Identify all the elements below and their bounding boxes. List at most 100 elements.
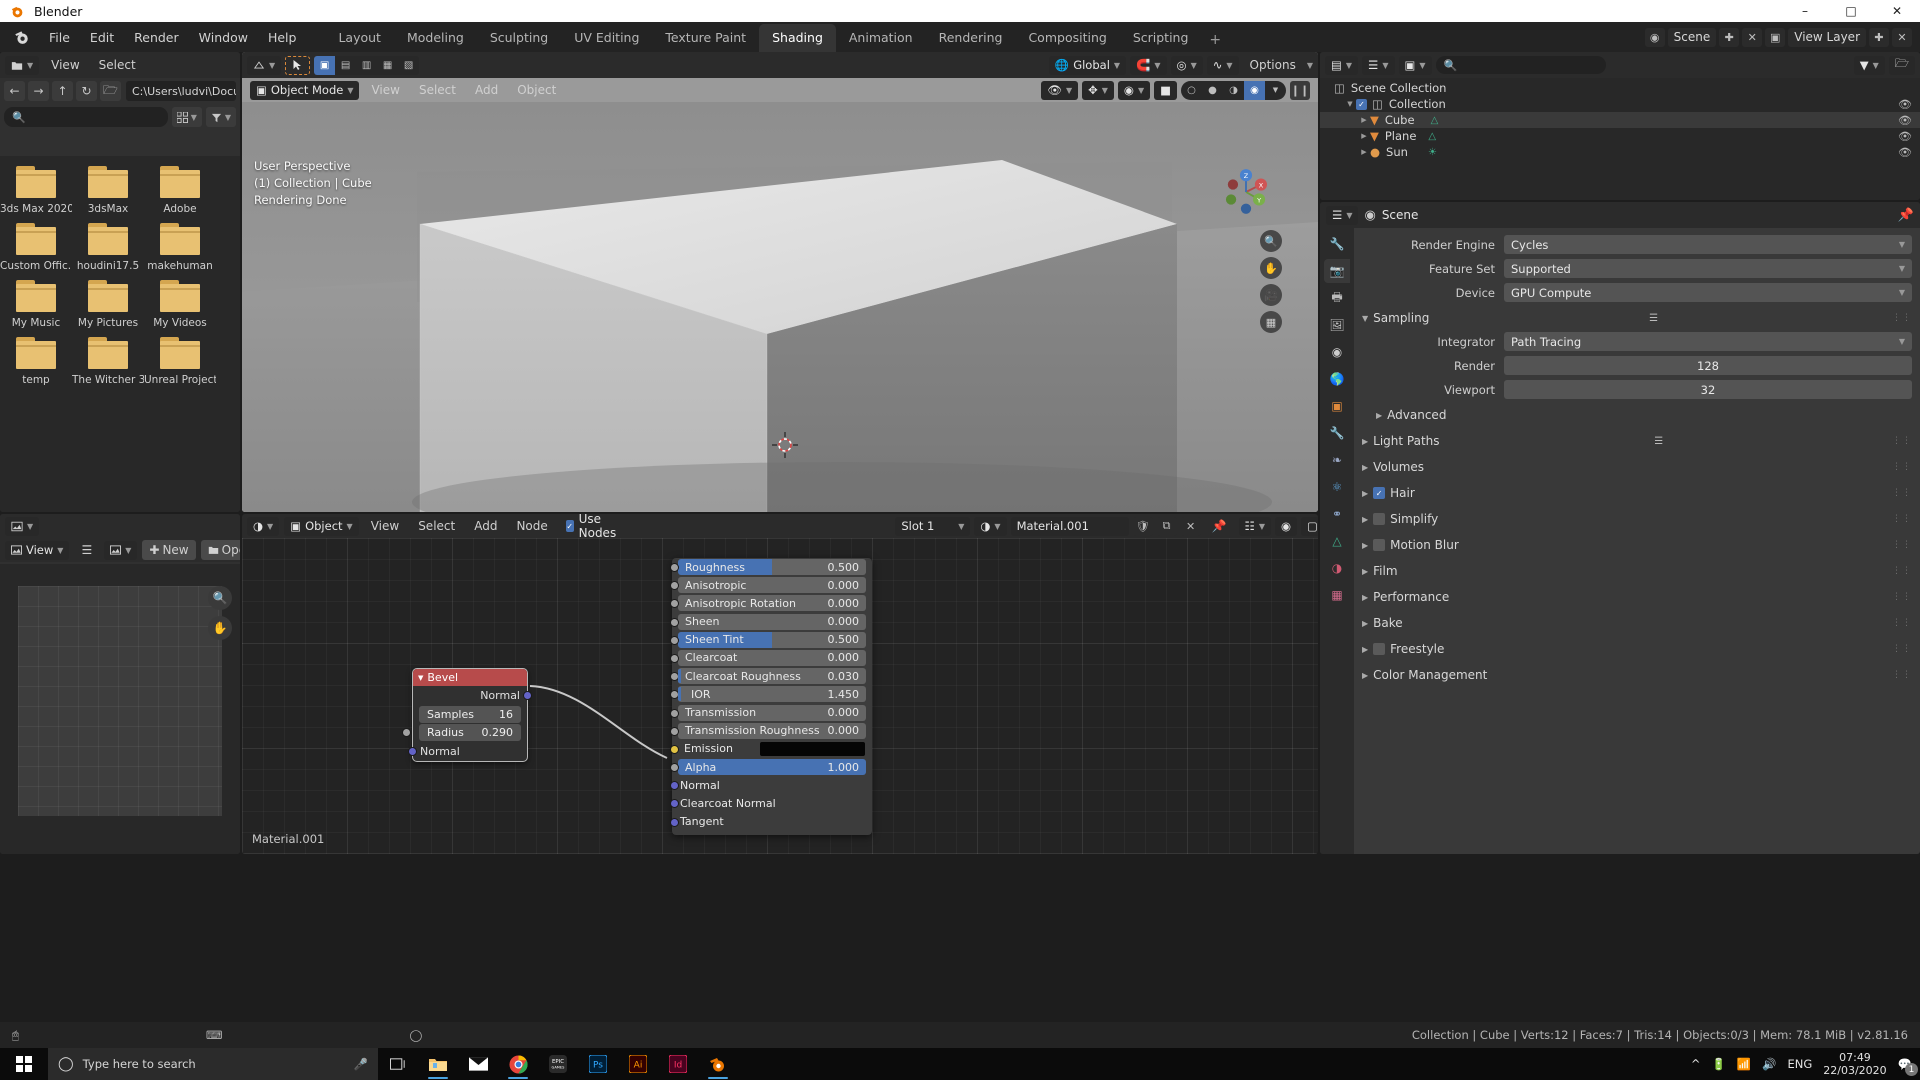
viewport-samples-field[interactable]: 32	[1504, 380, 1912, 399]
indesign-icon[interactable]: Id	[658, 1048, 698, 1080]
show-hidden-icons[interactable]: ^	[1691, 1057, 1701, 1071]
outliner-row-sun[interactable]: ▶ ● Sun ☀ 👁	[1320, 144, 1920, 160]
integrator-row[interactable]: Integrator Path Tracing ▼	[1354, 331, 1912, 352]
mail-icon[interactable]	[458, 1048, 498, 1080]
tab-view-layer[interactable]: 🖼	[1324, 313, 1350, 337]
integrator-dropdown[interactable]: Path Tracing ▼	[1504, 332, 1912, 351]
material-name-field[interactable]: Material.001	[1010, 516, 1129, 536]
epic-games-icon[interactable]: EPIC GAMES	[538, 1048, 578, 1080]
bevel-node[interactable]: ▼ Bevel Normal Samples 16 Radius 0.290 N…	[402, 668, 532, 762]
forward-icon[interactable]: →	[28, 81, 49, 101]
panel-light-paths[interactable]: ▶ Light Paths ☰ ⋮⋮	[1354, 430, 1912, 452]
zoom-icon[interactable]: 🔍	[1260, 230, 1282, 252]
outliner-editor-type-button[interactable]: ▤ ▼	[1325, 55, 1359, 75]
wifi-icon[interactable]: 📶	[1737, 1057, 1751, 1071]
panel-bake[interactable]: ▶ Bake ⋮⋮	[1354, 612, 1912, 634]
clearcoat-normal-field[interactable]: Clearcoat Normal	[678, 795, 866, 811]
tab-texture-paint[interactable]: Texture Paint	[652, 24, 759, 52]
tab-data[interactable]: △	[1324, 529, 1350, 553]
tangent-socket-icon[interactable]	[670, 817, 679, 827]
disclosure-triangle-icon[interactable]: ▶	[1358, 116, 1370, 124]
panel-simplify[interactable]: ▶ Simplify ⋮⋮	[1354, 508, 1912, 530]
hair-checkbox[interactable]: ✓	[1373, 487, 1386, 499]
microphone-icon[interactable]: 🎤	[354, 1057, 368, 1071]
bsdf-row[interactable]: Roughness 0.500	[670, 559, 866, 576]
image-editor-canvas[interactable]: 🔍 ✋	[0, 564, 240, 854]
outliner-search-input[interactable]: 🔍	[1435, 56, 1606, 74]
task-view-icon[interactable]	[378, 1048, 418, 1080]
tab-particles[interactable]: ❧	[1324, 448, 1350, 472]
magnet-icon[interactable]: 🧲 ▼	[1130, 55, 1167, 75]
bevel-output-normal[interactable]: Normal	[413, 686, 532, 705]
viewport-editor-type-button[interactable]: ▼	[247, 55, 282, 75]
use-nodes-checkbox[interactable]: ✓	[565, 520, 574, 532]
material-slot-selector[interactable]: Slot 1 ▼	[895, 516, 971, 536]
new-folder-icon[interactable]: 🗁	[100, 81, 121, 101]
list-item[interactable]: makehuman	[144, 223, 216, 272]
file-browser-grid[interactable]: 3ds Max 2020 3dsMax Adobe Custom Offic..…	[0, 156, 240, 512]
back-icon[interactable]: ←	[4, 81, 25, 101]
visibility-eye-icon[interactable]: 👁	[1898, 130, 1912, 143]
bevel-input-normal[interactable]: Normal	[408, 742, 527, 761]
menu-window[interactable]: Window	[190, 27, 257, 48]
image-datablock-icon[interactable]: ▼	[104, 540, 138, 560]
intersect-select-icon[interactable]: ▧	[398, 56, 419, 75]
language-indicator[interactable]: ENG	[1787, 1057, 1812, 1071]
outliner-display-mode-button[interactable]: ☰ ▼	[1362, 55, 1395, 75]
rendered-shading-icon[interactable]: ◉	[1244, 80, 1265, 100]
panel-motion-blur[interactable]: ▶ Motion Blur ⋮⋮	[1354, 534, 1912, 556]
shading-dropdown-icon[interactable]: ▼	[1265, 81, 1286, 100]
render-samples-row[interactable]: Render 128	[1354, 355, 1912, 376]
menu-edit[interactable]: Edit	[81, 27, 123, 48]
alpha-field[interactable]: Alpha 1.000	[678, 759, 866, 776]
hamburger-icon[interactable]: ☰	[74, 540, 99, 560]
freestyle-checkbox[interactable]	[1373, 643, 1386, 655]
open-image-button[interactable]: Open	[200, 540, 240, 560]
tab-render[interactable]: 📷	[1324, 259, 1350, 283]
tab-texture[interactable]: ▦	[1324, 583, 1350, 607]
new-collection-icon[interactable]: 🗁	[1888, 55, 1915, 75]
emission-field[interactable]: Emission	[678, 741, 866, 757]
bsdf-row[interactable]: Anisotropic 0.000	[670, 577, 866, 594]
transmission-roughness-socket-icon[interactable]	[670, 726, 679, 736]
menu-file[interactable]: File	[40, 27, 79, 48]
clearcoat-roughness-field[interactable]: Clearcoat Roughness 0.030	[678, 668, 866, 685]
up-icon[interactable]: ↑	[52, 81, 73, 101]
tab-rendering[interactable]: Rendering	[926, 24, 1016, 52]
feature-set-row[interactable]: Feature Set Supported ▼	[1354, 258, 1912, 279]
bsdf-row[interactable]: Transmission Roughness 0.000	[670, 722, 866, 740]
list-item[interactable]: My Pictures	[72, 280, 144, 329]
transmission-socket-icon[interactable]	[670, 708, 679, 718]
tab-output[interactable]: 🖶	[1324, 286, 1350, 310]
viewport-samples-row[interactable]: Viewport 32	[1354, 379, 1912, 400]
extend-select-icon[interactable]: ▤	[335, 56, 356, 75]
outliner-tree[interactable]: ◫ Scene Collection ▼ ✓ ◫ Collection 👁 ▶ …	[1320, 78, 1920, 200]
bsdf-row[interactable]: Sheen Tint 0.500	[670, 631, 866, 649]
collection-checkbox[interactable]: ✓	[1356, 98, 1367, 110]
render-engine-dropdown[interactable]: Cycles ▼	[1504, 235, 1912, 254]
tab-constraints[interactable]: ⚭	[1324, 502, 1350, 526]
camera-icon[interactable]: 🎥	[1260, 284, 1282, 306]
menu-render[interactable]: Render	[125, 27, 188, 48]
unlink-icon[interactable]: ✕	[1180, 516, 1201, 536]
new-material-icon[interactable]: ⧉	[1156, 516, 1177, 536]
clearcoat-socket-icon[interactable]	[670, 653, 679, 663]
outliner-row-collection[interactable]: ▼ ✓ ◫ Collection 👁	[1320, 96, 1920, 112]
bsdf-row[interactable]: Anisotropic Rotation 0.000	[670, 595, 866, 612]
radius-input-socket-icon[interactable]	[402, 728, 411, 737]
outliner-filter-mode[interactable]: ▣ ▼	[1398, 55, 1432, 75]
panel-volumes[interactable]: ▶ Volumes ⋮⋮	[1354, 456, 1912, 478]
panel-performance[interactable]: ▶ Performance ⋮⋮	[1354, 586, 1912, 608]
list-item[interactable]: The Witcher 3	[72, 337, 144, 386]
outliner-row-cube[interactable]: ▶ ▼ Cube △ 👁	[1320, 112, 1920, 128]
tab-uv-editing[interactable]: UV Editing	[561, 24, 652, 52]
viewport-menu-select[interactable]: Select	[412, 80, 463, 100]
file-browser-menu-select[interactable]: Select	[92, 55, 143, 75]
bsdf-row[interactable]: Normal	[670, 777, 866, 794]
feature-set-dropdown[interactable]: Supported ▼	[1504, 259, 1912, 278]
new-view-layer-button[interactable]: ✚	[1869, 27, 1889, 47]
input-socket-icon[interactable]	[408, 747, 417, 756]
device-row[interactable]: Device GPU Compute ▼	[1354, 282, 1912, 303]
filter-icon[interactable]: ▼ ▼	[1853, 55, 1885, 75]
visibility-eye-icon[interactable]: 👁	[1898, 146, 1912, 159]
